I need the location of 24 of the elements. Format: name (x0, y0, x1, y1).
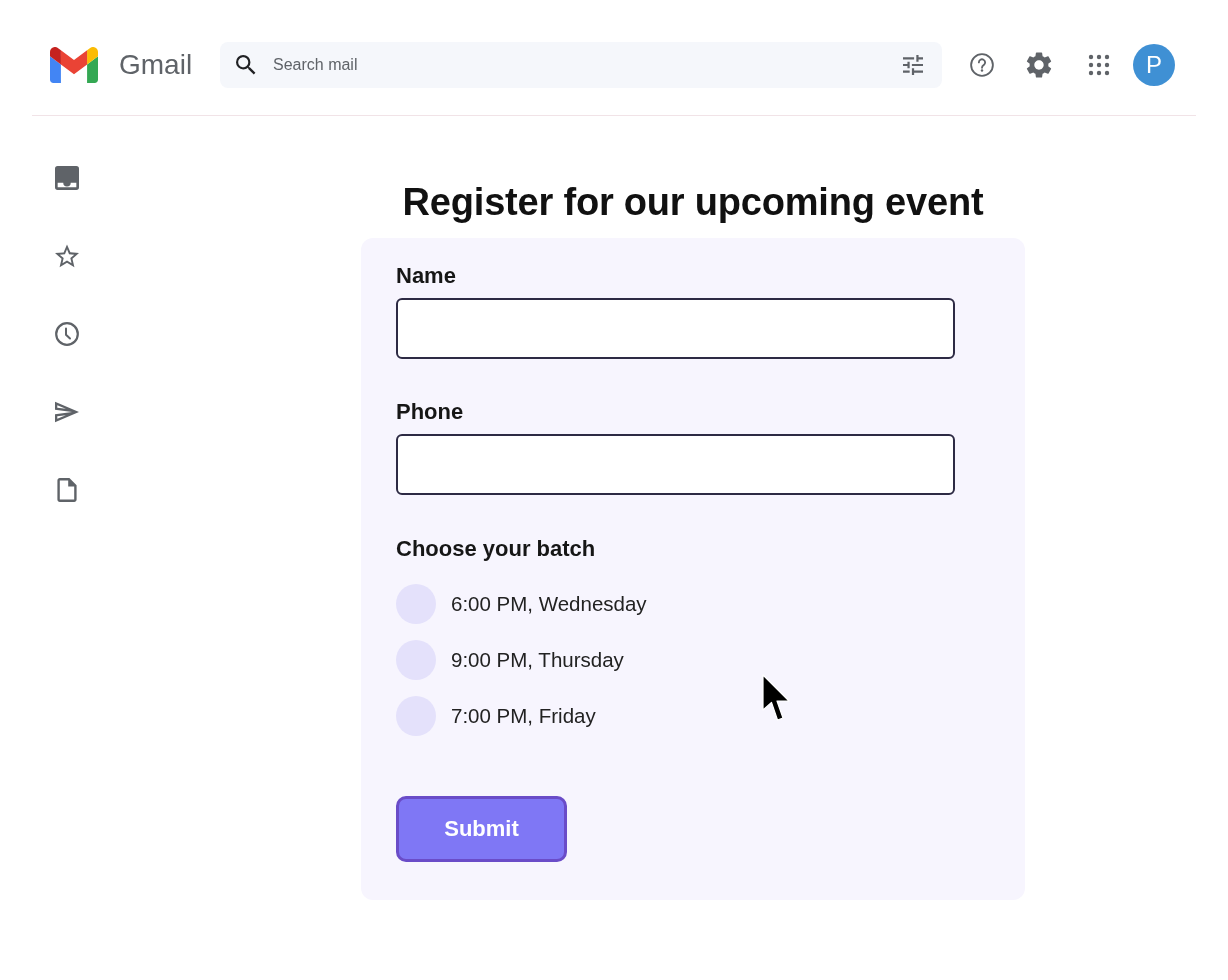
send-icon[interactable] (55, 400, 79, 424)
help-icon[interactable] (970, 53, 994, 77)
batch-label: Choose your batch (396, 537, 596, 561)
field-label: Name (396, 264, 456, 288)
option-label[interactable]: 9:00 PM, Thursday (451, 648, 624, 672)
submit-button[interactable]: Submit (396, 796, 567, 862)
filter-sliders-icon[interactable] (903, 55, 923, 75)
document-icon[interactable] (55, 478, 79, 502)
search-icon[interactable] (236, 55, 256, 75)
form-title: Register for our upcoming event (401, 180, 985, 224)
settings-icon[interactable] (1026, 52, 1052, 78)
inbox-icon[interactable] (55, 166, 79, 190)
gmail-logo[interactable] (50, 47, 98, 83)
search-input[interactable]: Search mail (273, 53, 891, 77)
option-label[interactable]: 6:00 PM, Wednesday (451, 592, 647, 616)
clock-icon[interactable] (55, 322, 79, 346)
brand-name: Gmail (119, 48, 194, 82)
input-field[interactable] (396, 434, 955, 495)
input-field[interactable] (396, 298, 955, 359)
star-icon[interactable] (55, 244, 79, 268)
search-field[interactable]: Search mail (220, 42, 942, 88)
field-label: Phone (396, 400, 464, 424)
option-label[interactable]: 7:00 PM, Friday (451, 704, 596, 728)
apps-grid-icon[interactable] (1087, 53, 1111, 77)
